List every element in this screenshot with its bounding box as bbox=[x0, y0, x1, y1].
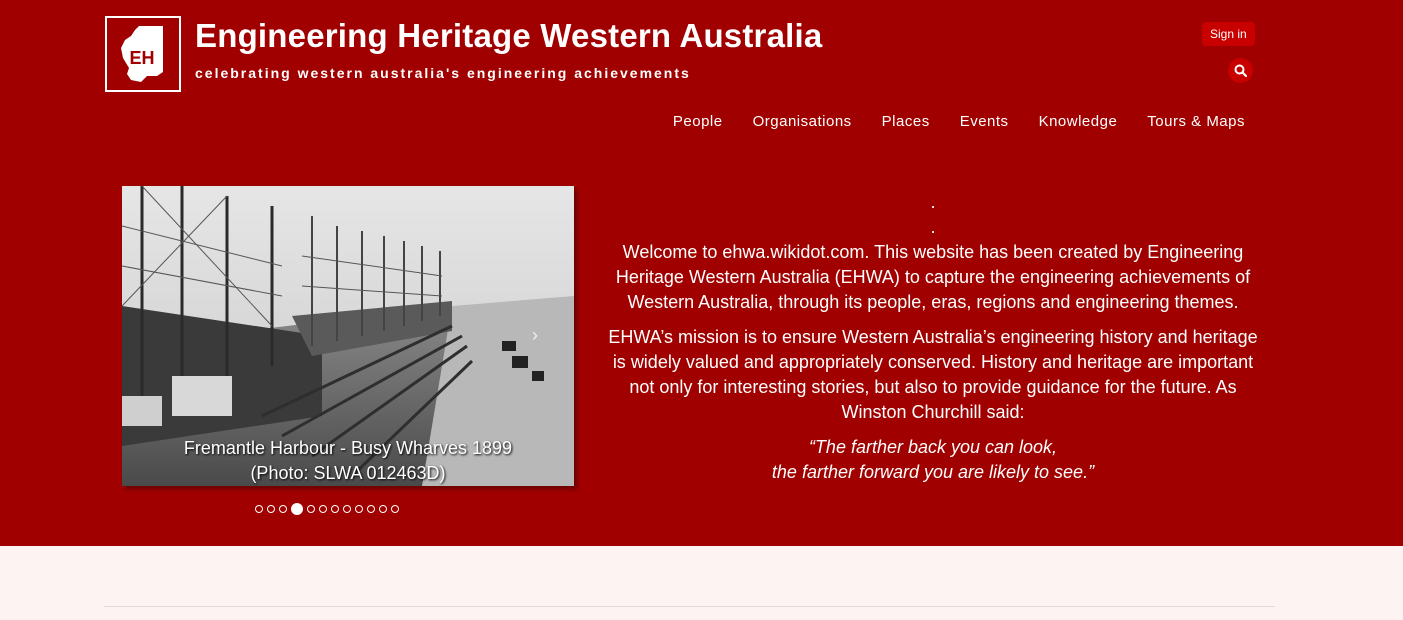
nav-tours-maps[interactable]: Tours & Maps bbox=[1147, 113, 1245, 130]
svg-text:EH: EH bbox=[129, 48, 154, 68]
site-logo[interactable]: EH bbox=[105, 16, 181, 92]
search-icon bbox=[1234, 64, 1247, 77]
slide-caption-title: Fremantle Harbour - Busy Wharves 1899 bbox=[183, 438, 513, 458]
separator-dot: . bbox=[930, 217, 936, 237]
slide-next-arrow[interactable]: › bbox=[532, 325, 538, 346]
intro-paragraph-welcome: Welcome to ehwa.wikidot.com. This websit… bbox=[615, 242, 1251, 312]
separator-dot: . bbox=[930, 192, 936, 212]
slideshow-dot[interactable] bbox=[367, 505, 375, 513]
site-tagline: celebrating western australia's engineer… bbox=[195, 65, 691, 81]
nav-events[interactable]: Events bbox=[960, 113, 1009, 130]
intro-paragraph-mission: EHWA’s mission is to ensure Western Aust… bbox=[608, 327, 1258, 422]
nav-places[interactable]: Places bbox=[882, 113, 930, 130]
slideshow-dot[interactable] bbox=[291, 503, 303, 515]
slideshow-dot[interactable] bbox=[343, 505, 351, 513]
churchill-quote-line1: “The farther back you can look, bbox=[808, 437, 1058, 457]
slideshow-dot[interactable] bbox=[319, 505, 327, 513]
hero-banner: EH Engineering Heritage Western Australi… bbox=[0, 0, 1403, 546]
slideshow-dot[interactable] bbox=[307, 505, 315, 513]
slide-caption-credit: (Photo: SLWA 012463D) bbox=[250, 463, 446, 483]
content-divider bbox=[104, 606, 1275, 607]
nav-organisations[interactable]: Organisations bbox=[753, 113, 852, 130]
slideshow-dot[interactable] bbox=[391, 505, 399, 513]
site-title[interactable]: Engineering Heritage Western Australia bbox=[195, 17, 822, 55]
nav-knowledge[interactable]: Knowledge bbox=[1039, 113, 1118, 130]
nav-people[interactable]: People bbox=[673, 113, 723, 130]
slideshow-dot[interactable] bbox=[379, 505, 387, 513]
slideshow-dot[interactable] bbox=[279, 505, 287, 513]
slideshow-dot[interactable] bbox=[331, 505, 339, 513]
main-nav: People Organisations Places Events Knowl… bbox=[673, 113, 1245, 130]
slideshow-dot[interactable] bbox=[255, 505, 263, 513]
slideshow-dot[interactable] bbox=[267, 505, 275, 513]
search-button[interactable] bbox=[1228, 58, 1253, 83]
slideshow-pager bbox=[255, 503, 399, 515]
intro-text: . . Welcome to ehwa.wikidot.com. This we… bbox=[600, 190, 1266, 485]
sign-in-button[interactable]: Sign in bbox=[1202, 22, 1255, 46]
churchill-quote-line2: the farther forward you are likely to se… bbox=[771, 462, 1095, 482]
slideshow-dot[interactable] bbox=[355, 505, 363, 513]
wa-map-logo-icon: EH bbox=[121, 26, 163, 82]
